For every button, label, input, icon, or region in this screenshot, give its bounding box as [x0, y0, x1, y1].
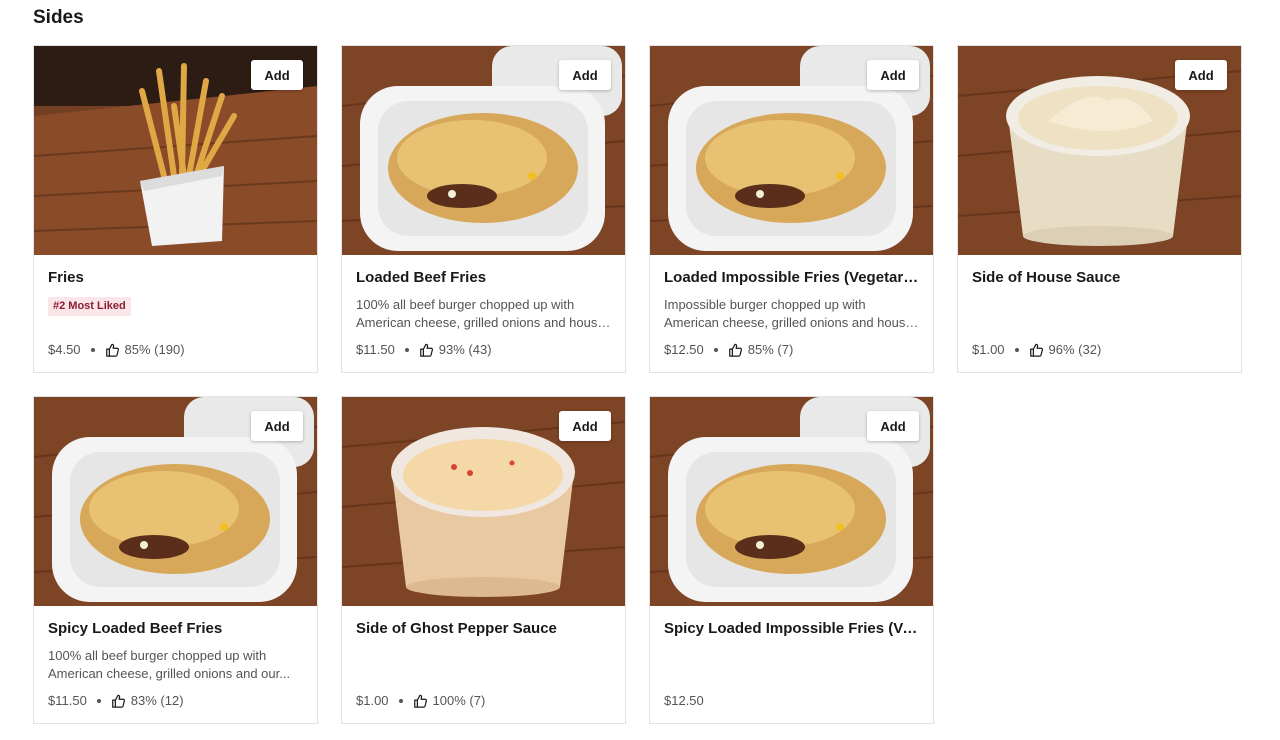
thumbs-up-icon: [1029, 343, 1043, 357]
item-rating: 100% (7): [432, 693, 486, 708]
thumbs-up-icon: [419, 343, 433, 357]
item-price: $12.50: [664, 693, 704, 708]
menu-item-card[interactable]: Add Side of Ghost Pepper Sauce $1.00 100…: [341, 396, 626, 724]
menu-item-card[interactable]: Add Side of House Sauce $1.00 96% (32): [957, 45, 1242, 373]
add-button[interactable]: Add: [1175, 60, 1227, 90]
add-button[interactable]: Add: [867, 411, 919, 441]
item-price: $1.00: [972, 342, 1005, 357]
item-name: Side of House Sauce: [972, 269, 1121, 286]
item-rating: 96% (32): [1048, 342, 1102, 357]
item-description: Impossible burger chopped up with Americ…: [664, 297, 913, 330]
thumbs-up-icon: [413, 694, 427, 708]
item-price: $11.50: [356, 342, 395, 357]
item-meta: $4.50 85% (190): [48, 342, 185, 357]
item-rating: 85% (7): [747, 342, 794, 357]
item-price: $11.50: [48, 693, 87, 708]
item-description: 100% all beef burger chopped up with Ame…: [48, 648, 291, 681]
separator-dot: [398, 698, 403, 703]
separator-dot: [404, 347, 409, 352]
item-name: Side of Ghost Pepper Sauce: [356, 620, 557, 637]
add-button[interactable]: Add: [251, 60, 303, 90]
separator-dot: [713, 347, 718, 352]
add-button[interactable]: Add: [251, 411, 303, 441]
menu-item-card[interactable]: Add Spicy Loaded Impossible Fries (Veget…: [649, 396, 934, 724]
add-button[interactable]: Add: [867, 60, 919, 90]
menu-item-card[interactable]: Add Spicy Loaded Beef Fries 100% all bee…: [33, 396, 318, 724]
thumbs-up-icon: [105, 343, 119, 357]
item-rating: 83% (12): [130, 693, 184, 708]
separator-dot: [90, 347, 95, 352]
item-price: $1.00: [356, 693, 389, 708]
menu-item-card[interactable]: Add Fries #2 Most Liked $4.50 85% (190): [33, 45, 318, 373]
most-liked-badge: #2 Most Liked: [48, 297, 131, 316]
item-meta: $12.50 85% (7): [664, 342, 793, 357]
item-meta: $1.00 100% (7): [356, 693, 485, 708]
separator-dot: [1014, 347, 1019, 352]
menu-item-card[interactable]: Add Loaded Impossible Fries (Vegetarian)…: [649, 45, 934, 373]
item-name: Spicy Loaded Impossible Fries (Vegetaria…: [664, 620, 922, 637]
item-name: Fries: [48, 269, 84, 286]
item-name: Spicy Loaded Beef Fries: [48, 620, 223, 637]
item-meta: $11.50 93% (43): [356, 342, 492, 357]
section-title: Sides: [33, 7, 84, 28]
item-rating: 93% (43): [438, 342, 492, 357]
item-meta: $11.50 83% (12): [48, 693, 184, 708]
item-name: Loaded Beef Fries: [356, 269, 487, 286]
menu-item-card[interactable]: Add Loaded Beef Fries 100% all beef burg…: [341, 45, 626, 373]
item-meta: $12.50: [664, 693, 704, 708]
item-meta: $1.00 96% (32): [972, 342, 1101, 357]
thumbs-up-icon: [728, 343, 742, 357]
item-price: $4.50: [48, 342, 81, 357]
item-name: Loaded Impossible Fries (Vegetarian): [664, 269, 922, 286]
separator-dot: [96, 698, 101, 703]
add-button[interactable]: Add: [559, 411, 611, 441]
thumbs-up-icon: [111, 694, 125, 708]
item-description: 100% all beef burger chopped up with Ame…: [356, 297, 605, 330]
item-price: $12.50: [664, 342, 704, 357]
add-button[interactable]: Add: [559, 60, 611, 90]
item-rating: 85% (190): [124, 342, 185, 357]
